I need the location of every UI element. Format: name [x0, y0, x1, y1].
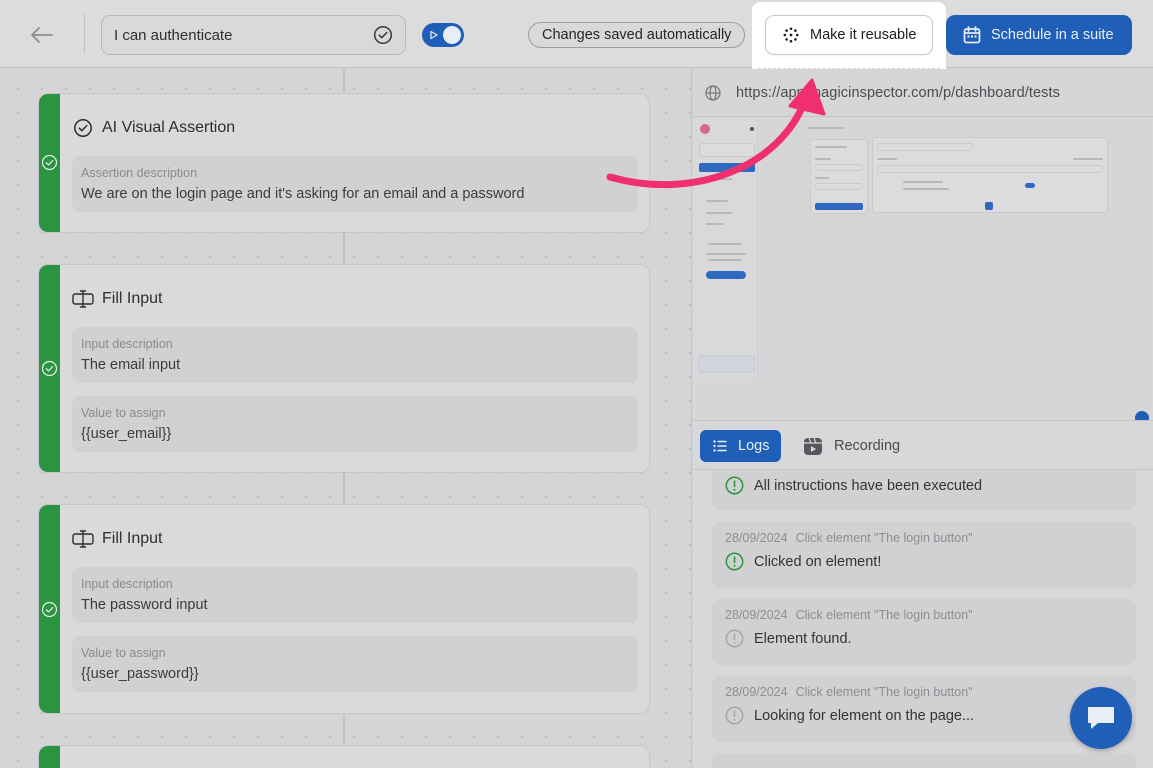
field-value: {{user_password}} [81, 666, 199, 682]
log-message-row: All instructions have been executed [725, 476, 1123, 495]
make-reusable-label: Make it reusable [810, 27, 917, 43]
check-circle-icon [72, 117, 94, 139]
info-icon [725, 629, 744, 648]
browser-panel: https://app.magicinspector.com/p/dashboa… [691, 69, 1153, 768]
log-action: Click element "The login button" [795, 685, 973, 699]
test-name-field[interactable] [101, 15, 406, 55]
step-title: Fill Input [72, 528, 162, 550]
success-icon [725, 552, 744, 571]
back-button[interactable] [22, 20, 62, 50]
run-toggle[interactable] [422, 23, 464, 47]
step-status-bar [39, 746, 60, 768]
log-entry: All instructions have been executed [712, 470, 1136, 510]
log-message: Element found. [754, 630, 852, 647]
step-status-bar [39, 265, 60, 472]
field-value: We are on the login page and it's asking… [81, 186, 525, 202]
tab-recording-label: Recording [834, 438, 901, 454]
calendar-icon [963, 26, 981, 44]
save-status-badge: Changes saved automatically [528, 22, 746, 48]
step-card-fill-input-password[interactable]: Fill Input Input description The passwor… [38, 504, 650, 714]
field-label: Assertion description [81, 166, 198, 180]
page-url: https://app.magicinspector.com/p/dashboa… [736, 84, 1060, 101]
support-chat-button[interactable] [1070, 687, 1132, 749]
header-divider [84, 14, 85, 54]
log-message-row: Element found. [725, 629, 1123, 648]
list-icon [713, 440, 727, 452]
field-label: Value to assign [81, 646, 166, 660]
step-status-bar [39, 94, 60, 232]
step-type-label: Fill Input [102, 530, 163, 547]
tab-logs[interactable]: Logs [700, 430, 781, 462]
log-date: 28/09/2024 [725, 531, 788, 545]
play-icon [430, 30, 438, 40]
check-circle-icon [41, 154, 58, 171]
log-message: Looking for element on the page... [754, 707, 975, 724]
arrow-left-icon [31, 27, 53, 43]
log-meta: 28/09/2024 Click element "The login butt… [725, 599, 1123, 622]
tab-logs-label: Logs [738, 438, 770, 454]
field-value: {{user_email}} [81, 426, 172, 442]
text-cursor-icon [72, 288, 94, 310]
field-value: The password input [81, 597, 208, 613]
url-bar: https://app.magicinspector.com/p/dashboa… [692, 69, 1153, 117]
log-tabs: Logs Recording [692, 420, 1153, 470]
log-message-row: Clicked on element! [725, 552, 1123, 571]
make-reusable-button[interactable]: Make it reusable [765, 15, 933, 55]
field-value: The email input [81, 357, 181, 373]
step-card-next[interactable] [38, 745, 650, 768]
tab-recording[interactable]: Recording [802, 430, 900, 462]
log-date: 28/09/2024 [725, 608, 788, 622]
field-label: Value to assign [81, 406, 166, 420]
check-circle-icon [41, 360, 58, 377]
step-title: AI Visual Assertion [72, 117, 235, 139]
step-title: Fill Input [72, 288, 162, 310]
video-icon [804, 437, 822, 455]
chat-icon [1088, 707, 1114, 729]
test-name-input[interactable] [114, 26, 373, 44]
text-cursor-icon [72, 528, 94, 550]
log-message-row: Looking for element on the page... [725, 706, 1123, 725]
schedule-label: Schedule in a suite [991, 27, 1114, 43]
input-description-field[interactable]: Input description The email input [72, 327, 638, 383]
toggle-knob [443, 26, 461, 44]
field-label: Input description [81, 337, 173, 351]
value-to-assign-field[interactable]: Value to assign {{user_password}} [72, 636, 638, 692]
dotted-circle-icon [782, 26, 800, 44]
success-icon [725, 476, 744, 495]
log-entry: 28/09/2024 Click element "The login butt… [712, 522, 1136, 588]
check-circle-icon[interactable] [373, 25, 393, 45]
input-description-field[interactable]: Input description The password input [72, 567, 638, 623]
step-card-fill-input-email[interactable]: Fill Input Input description The email i… [38, 264, 650, 473]
steps-canvas[interactable]: AI Visual Assertion Assertion descriptio… [0, 69, 691, 768]
field-label: Input description [81, 577, 173, 591]
log-action: Click element "The login button" [795, 608, 973, 622]
info-icon [725, 706, 744, 725]
step-card-ai-visual-assertion[interactable]: AI Visual Assertion Assertion descriptio… [38, 93, 650, 233]
top-bar: Changes saved automatically Make it reus… [0, 0, 1153, 75]
log-entry [712, 753, 1136, 768]
log-message: All instructions have been executed [754, 477, 983, 494]
log-action: Click element "The login button" [795, 531, 973, 545]
check-circle-icon [41, 601, 58, 618]
step-status-bar [39, 505, 60, 713]
preview-sidebar [696, 119, 758, 377]
value-to-assign-field[interactable]: Value to assign {{user_email}} [72, 396, 638, 452]
schedule-in-suite-button[interactable]: Schedule in a suite [946, 15, 1132, 55]
log-date: 28/09/2024 [725, 685, 788, 699]
globe-icon [705, 84, 721, 101]
step-type-label: AI Visual Assertion [102, 119, 236, 136]
log-entry: 28/09/2024 Click element "The login butt… [712, 599, 1136, 665]
log-message: Clicked on element! [754, 553, 882, 570]
step-type-label: Fill Input [102, 290, 163, 307]
log-meta: 28/09/2024 Click element "The login butt… [725, 522, 1123, 545]
assertion-description-field[interactable]: Assertion description We are on the logi… [72, 156, 638, 212]
page-preview-screenshot [696, 119, 1152, 425]
log-meta: 28/09/2024 Click element "The login butt… [725, 676, 1123, 699]
